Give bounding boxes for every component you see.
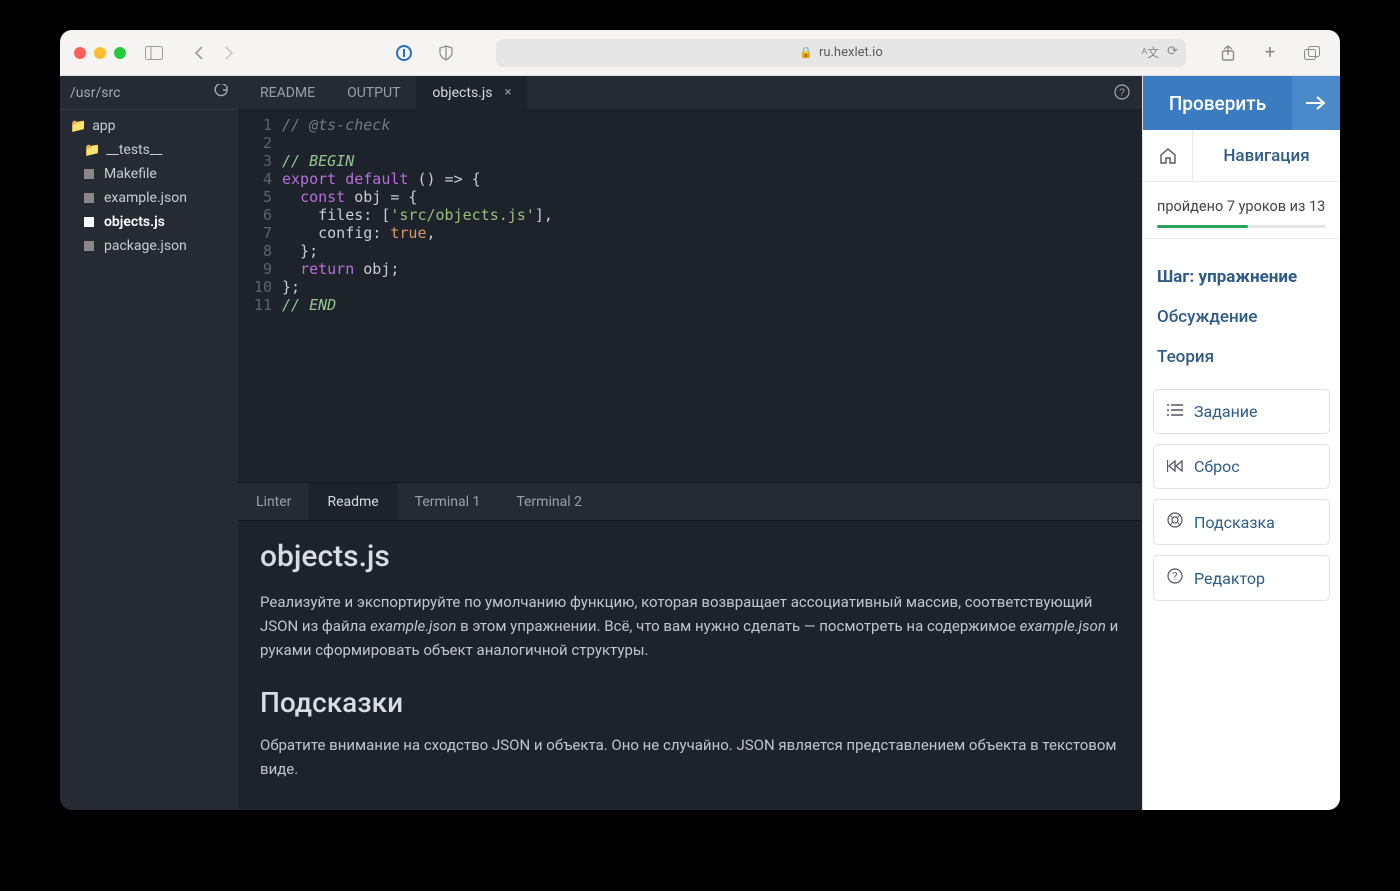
lock-icon: 🔒 <box>799 46 813 59</box>
cwd-path: /usr/src <box>70 85 120 101</box>
list-icon <box>1166 403 1184 421</box>
readme-paragraph: Реализуйте и экспортируйте по умолчанию … <box>260 590 1120 662</box>
check-button[interactable]: Проверить <box>1143 76 1292 130</box>
extension-1password-icon[interactable] <box>390 41 418 65</box>
link-theory[interactable]: Теория <box>1157 337 1326 377</box>
browser-window: 🔒 ru.hexlet.io ᴬ文 ⟳ + /usr/src <box>60 30 1340 810</box>
readme-title: objects.js <box>260 539 1120 574</box>
file-explorer: /usr/src 📁 app 📁 __tests__ Makefile <box>60 76 238 810</box>
folder-icon: 📁 <box>84 143 100 158</box>
readme-hints-title: Подсказки <box>260 686 1120 719</box>
rewind-icon <box>1166 458 1184 476</box>
svg-text:?: ? <box>1173 572 1178 583</box>
editor-area: README OUTPUT objects.js × ? 1// @ts-che… <box>238 76 1142 810</box>
folder-tests[interactable]: 📁 __tests__ <box>60 138 238 162</box>
file-icon <box>84 217 94 227</box>
next-button[interactable] <box>1292 76 1340 130</box>
help-icon[interactable]: ? <box>1114 84 1130 104</box>
code-editor[interactable]: 1// @ts-check23// BEGIN4export default (… <box>238 110 1142 482</box>
action-hint[interactable]: Подсказка <box>1153 499 1330 545</box>
folder-app[interactable]: 📁 app <box>60 114 238 138</box>
reload-icon[interactable]: ⟳ <box>1167 44 1178 61</box>
tabs-overview-icon[interactable] <box>1298 41 1326 65</box>
nav-arrows <box>186 41 242 65</box>
minimize-window-button[interactable] <box>94 47 106 59</box>
maximize-window-button[interactable] <box>114 47 126 59</box>
window-controls <box>74 47 126 59</box>
url-bar[interactable]: 🔒 ru.hexlet.io ᴬ文 ⟳ <box>496 39 1186 67</box>
progress-bar <box>1157 225 1326 228</box>
lifebuoy-icon <box>1166 512 1184 532</box>
file-makefile[interactable]: Makefile <box>60 162 238 186</box>
file-explorer-header: /usr/src <box>60 76 238 110</box>
readme-panel: objects.js Реализуйте и экспортируйте по… <box>238 520 1142 810</box>
tab-output[interactable]: OUTPUT <box>331 76 416 109</box>
sidebar-toggle-icon[interactable] <box>140 41 168 65</box>
bottom-panel-tabs: Linter Readme Terminal 1 Terminal 2 <box>238 482 1142 520</box>
action-editor[interactable]: ? Редактор <box>1153 555 1330 601</box>
refresh-icon[interactable] <box>214 84 228 102</box>
navigation-button[interactable]: Навигация <box>1193 130 1340 181</box>
progress-section: пройдено 7 уроков из 13 <box>1143 182 1340 239</box>
back-button[interactable] <box>186 41 212 65</box>
action-reset[interactable]: Сброс <box>1153 444 1330 489</box>
translate-icon[interactable]: ᴬ文 <box>1142 44 1159 61</box>
share-icon[interactable] <box>1214 41 1242 65</box>
home-button[interactable] <box>1143 130 1193 181</box>
lesson-links: Шаг: упражнение Обсуждение Теория <box>1143 239 1340 385</box>
link-discussion[interactable]: Обсуждение <box>1157 297 1326 337</box>
file-example-json[interactable]: example.json <box>60 186 238 210</box>
svg-text:?: ? <box>1119 88 1125 99</box>
editor-tabs: README OUTPUT objects.js × ? <box>238 76 1142 110</box>
close-tab-icon[interactable]: × <box>504 85 511 100</box>
file-objects-js[interactable]: objects.js <box>60 210 238 234</box>
action-task[interactable]: Задание <box>1153 389 1330 434</box>
btab-terminal1[interactable]: Terminal 1 <box>397 483 499 520</box>
btab-linter[interactable]: Linter <box>238 483 309 520</box>
tab-readme[interactable]: README <box>244 76 331 109</box>
tab-objects-js[interactable]: objects.js × <box>416 76 527 109</box>
new-tab-icon[interactable]: + <box>1256 41 1284 65</box>
file-icon <box>84 169 94 179</box>
titlebar: 🔒 ru.hexlet.io ᴬ文 ⟳ + <box>60 30 1340 76</box>
lesson-actions: Задание Сброс Подсказка ? <box>1143 385 1340 605</box>
file-tree: 📁 app 📁 __tests__ Makefile example.json <box>60 110 238 262</box>
folder-icon: 📁 <box>70 119 86 134</box>
url-text: ru.hexlet.io <box>819 45 883 60</box>
forward-button[interactable] <box>216 41 242 65</box>
link-step-exercise[interactable]: Шаг: упражнение <box>1157 257 1326 297</box>
privacy-shield-icon[interactable] <box>432 41 460 65</box>
lesson-panel: Проверить Навигация пройдено 7 уроков из… <box>1142 76 1340 810</box>
close-window-button[interactable] <box>74 47 86 59</box>
file-icon <box>84 241 94 251</box>
file-icon <box>84 193 94 203</box>
help-circle-icon: ? <box>1166 568 1184 588</box>
readme-hint: Обратите внимание на сходство JSON и объ… <box>260 733 1120 781</box>
btab-terminal2[interactable]: Terminal 2 <box>498 483 600 520</box>
btab-readme[interactable]: Readme <box>309 483 396 520</box>
file-package-json[interactable]: package.json <box>60 234 238 258</box>
progress-text: пройдено 7 уроков из 13 <box>1157 198 1325 215</box>
